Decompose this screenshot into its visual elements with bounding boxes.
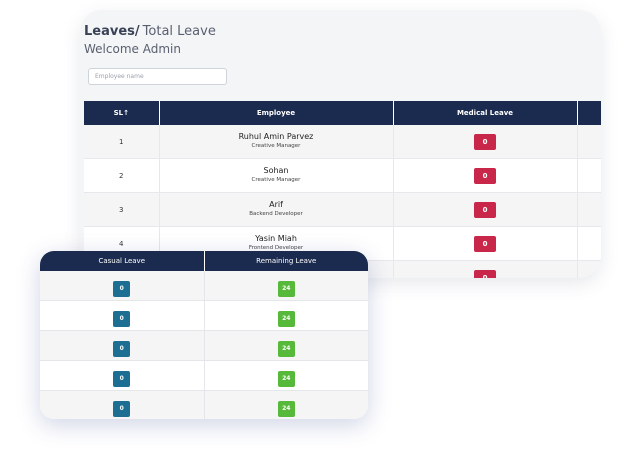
table-row[interactable]: 0 24 bbox=[40, 300, 368, 331]
remaining-cell: 24 bbox=[204, 271, 368, 301]
remaining-leave-badge: 24 bbox=[277, 310, 295, 327]
employee-cell: Sohan Creative Manager bbox=[159, 158, 394, 193]
medical-cell: 0 bbox=[393, 125, 578, 159]
leave-balance-card: Casual Leave Remaining Leave 0 24 0 24 0… bbox=[40, 251, 368, 419]
title-subtitle: Total Leave bbox=[142, 24, 216, 39]
medical-leave-badge: 0 bbox=[474, 167, 496, 184]
page-header: Leaves/Total Leave Welcome Admin bbox=[84, 24, 216, 56]
employee-column-header[interactable]: Employee bbox=[159, 101, 394, 125]
leave-panel: Leaves/Total Leave Welcome Admin SL↑ Emp… bbox=[80, 10, 601, 278]
casual-leave-badge: 0 bbox=[113, 310, 131, 327]
employee-cell: Arif Backend Developer bbox=[159, 192, 394, 227]
casual-cell: 0 bbox=[40, 300, 205, 331]
table-row[interactable]: 0 24 bbox=[40, 271, 368, 301]
table-row[interactable]: 0 24 bbox=[40, 360, 368, 391]
remaining-leave-badge: 24 bbox=[277, 340, 295, 357]
remaining-cell: 24 bbox=[204, 330, 368, 361]
table-row[interactable]: 2 Sohan Creative Manager 0 bbox=[84, 158, 601, 193]
table-row[interactable]: 0 24 bbox=[40, 330, 368, 361]
page-title: Leaves/Total Leave bbox=[84, 24, 216, 39]
table-row[interactable]: 3 Arif Backend Developer 0 bbox=[84, 192, 601, 227]
employee-name: Ruhul Amin Parvez bbox=[238, 132, 314, 141]
extra-cell bbox=[577, 226, 601, 261]
remaining-leave-badge: 24 bbox=[277, 280, 295, 297]
extra-cell bbox=[577, 125, 601, 159]
medical-cell: 0 bbox=[393, 226, 578, 261]
extra-cell bbox=[577, 158, 601, 193]
extra-column-header bbox=[577, 101, 601, 125]
row-sl: 1 bbox=[84, 125, 160, 159]
medical-cell: 0 bbox=[393, 260, 578, 278]
row-sl: 3 bbox=[84, 192, 160, 227]
medical-leave-column-header[interactable]: Medical Leave bbox=[393, 101, 578, 125]
casual-cell: 0 bbox=[40, 390, 205, 419]
remaining-cell: 24 bbox=[204, 390, 368, 419]
casual-leave-badge: 0 bbox=[113, 280, 131, 297]
remaining-leave-badge: 24 bbox=[277, 400, 295, 417]
row-sl: 2 bbox=[84, 158, 160, 193]
casual-leave-badge: 0 bbox=[113, 340, 131, 357]
employee-cell: Ruhul Amin Parvez Creative Manager bbox=[159, 125, 394, 159]
medical-leave-badge: 0 bbox=[474, 201, 496, 218]
medical-cell: 0 bbox=[393, 158, 578, 193]
table-row[interactable]: 0 24 bbox=[40, 390, 368, 419]
medical-leave-badge: 0 bbox=[474, 269, 496, 278]
casual-cell: 0 bbox=[40, 360, 205, 391]
leave-balance-table: Casual Leave Remaining Leave 0 24 0 24 0… bbox=[40, 251, 368, 419]
table-header-row: SL↑ Employee Medical Leave bbox=[84, 101, 601, 125]
table-row[interactable]: 1 Ruhul Amin Parvez Creative Manager 0 bbox=[84, 125, 601, 159]
casual-leave-badge: 0 bbox=[113, 370, 131, 387]
employee-name: Arif bbox=[269, 200, 283, 209]
table-header-row: Casual Leave Remaining Leave bbox=[40, 251, 368, 271]
casual-leave-badge: 0 bbox=[113, 400, 131, 417]
remaining-cell: 24 bbox=[204, 360, 368, 391]
employee-search-input[interactable] bbox=[88, 68, 227, 85]
title-breadcrumb: Leaves/ bbox=[84, 24, 140, 39]
welcome-text: Welcome Admin bbox=[84, 42, 181, 56]
extra-cell bbox=[577, 260, 601, 278]
medical-leave-badge: 0 bbox=[474, 133, 496, 150]
remaining-cell: 24 bbox=[204, 300, 368, 331]
medical-leave-badge: 0 bbox=[474, 235, 496, 252]
extra-cell bbox=[577, 192, 601, 227]
sl-column-header[interactable]: SL↑ bbox=[84, 101, 160, 125]
casual-cell: 0 bbox=[40, 271, 205, 301]
casual-leave-column-header[interactable]: Casual Leave bbox=[40, 251, 205, 271]
medical-cell: 0 bbox=[393, 192, 578, 227]
employee-role: Creative Manager bbox=[251, 177, 301, 183]
employee-name: Yasin Miah bbox=[255, 234, 297, 243]
employee-role: Creative Manager bbox=[251, 143, 301, 149]
remaining-leave-column-header[interactable]: Remaining Leave bbox=[204, 251, 368, 271]
remaining-leave-badge: 24 bbox=[277, 370, 295, 387]
casual-cell: 0 bbox=[40, 330, 205, 361]
employee-role: Backend Developer bbox=[249, 211, 303, 217]
employee-name: Sohan bbox=[263, 166, 289, 175]
